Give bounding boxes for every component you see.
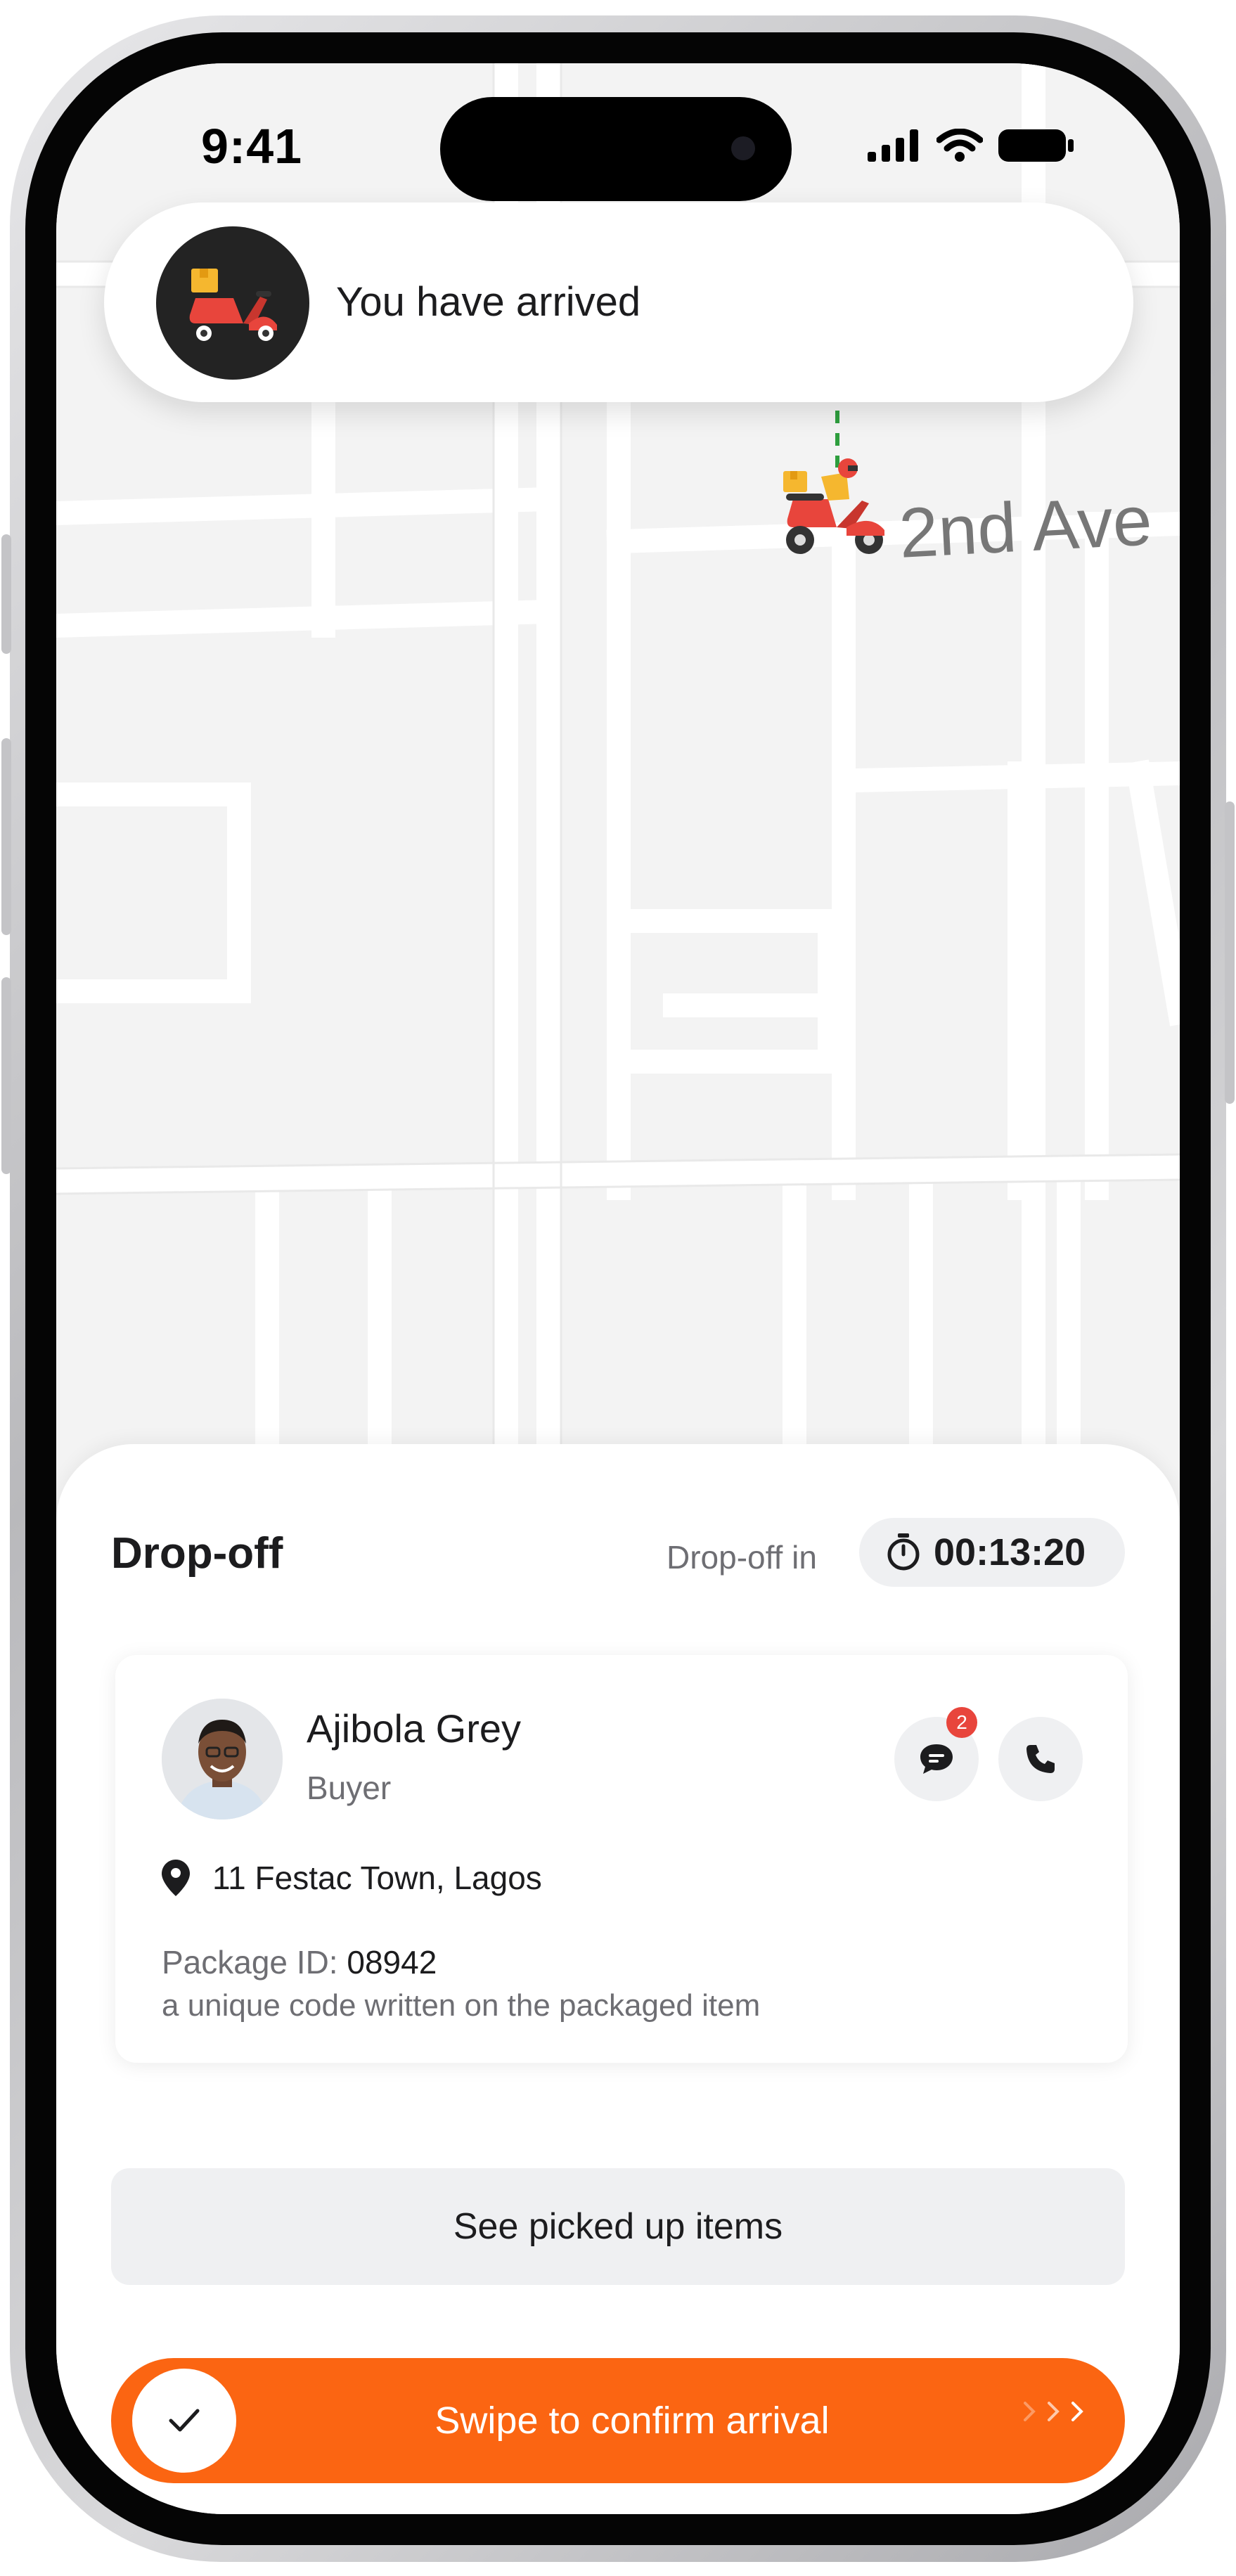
battery-icon: [998, 129, 1074, 162]
buyer-card: Ajibola Grey Buyer 2 11 Festac Town, Lag…: [115, 1655, 1128, 2063]
street-label: 2nd Ave: [897, 481, 1154, 573]
action-button: [1, 534, 11, 654]
arrival-notification[interactable]: You have arrived: [104, 202, 1133, 402]
app-screen: 2nd Ave 9:41 You have arrived Drop-off D…: [56, 63, 1180, 2514]
address-row: 11 Festac Town, Lagos: [162, 1859, 542, 1897]
camera-icon: [731, 136, 755, 160]
package-id-value: 08942: [347, 1944, 437, 1981]
buyer-name: Ajibola Grey: [307, 1706, 522, 1751]
wifi-icon: [936, 129, 983, 162]
notification-message: You have arrived: [336, 279, 641, 325]
chevron-right-icon: [1021, 2397, 1086, 2426]
see-picked-items-button[interactable]: See picked up items: [111, 2168, 1125, 2285]
stopwatch-icon: [887, 1533, 920, 1571]
package-id: Package ID: 08942: [162, 1943, 437, 1981]
sheet-title: Drop-off: [111, 1529, 283, 1578]
status-bar: 9:41: [56, 63, 1180, 211]
address-text: 11 Festac Town, Lagos: [212, 1860, 542, 1896]
message-button[interactable]: 2: [894, 1707, 979, 1801]
dropoff-countdown-label: Drop-off in: [667, 1539, 817, 1576]
volume-down-button: [1, 977, 11, 1174]
dynamic-island: [440, 97, 792, 201]
signal-icon: [868, 129, 918, 162]
package-id-label: Package ID:: [162, 1944, 338, 1981]
swipe-label: Swipe to confirm arrival: [434, 2400, 830, 2442]
package-id-hint: a unique code written on the packaged it…: [162, 1988, 761, 2023]
call-button[interactable]: [998, 1717, 1083, 1801]
device-frame: 2nd Ave 9:41 You have arrived Drop-off D…: [0, 0, 1236, 2576]
power-button: [1225, 801, 1235, 1104]
swipe-confirm-slider[interactable]: Swipe to confirm arrival: [111, 2358, 1125, 2483]
buyer-role: Buyer: [307, 1770, 392, 1806]
scooter-icon: [189, 269, 277, 341]
status-time: 9:41: [201, 119, 303, 174]
delivery-rider-icon: [783, 458, 884, 554]
location-pin-icon: [162, 1860, 190, 1896]
countdown-timer: 00:13:20: [859, 1518, 1125, 1587]
volume-up-button: [1, 738, 11, 935]
status-icons: [868, 128, 1074, 163]
phone-icon: [1026, 1745, 1055, 1773]
unread-badge: 2: [946, 1707, 977, 1738]
timer-value: 00:13:20: [934, 1531, 1086, 1573]
buyer-photo: [162, 1699, 283, 1820]
notification-icon-container: [156, 226, 309, 380]
chat-icon: [920, 1744, 953, 1774]
dropoff-sheet: Drop-off Drop-off in 00:13:20 Ajibola Gr…: [56, 1444, 1180, 2514]
avatar: [162, 1699, 283, 1820]
